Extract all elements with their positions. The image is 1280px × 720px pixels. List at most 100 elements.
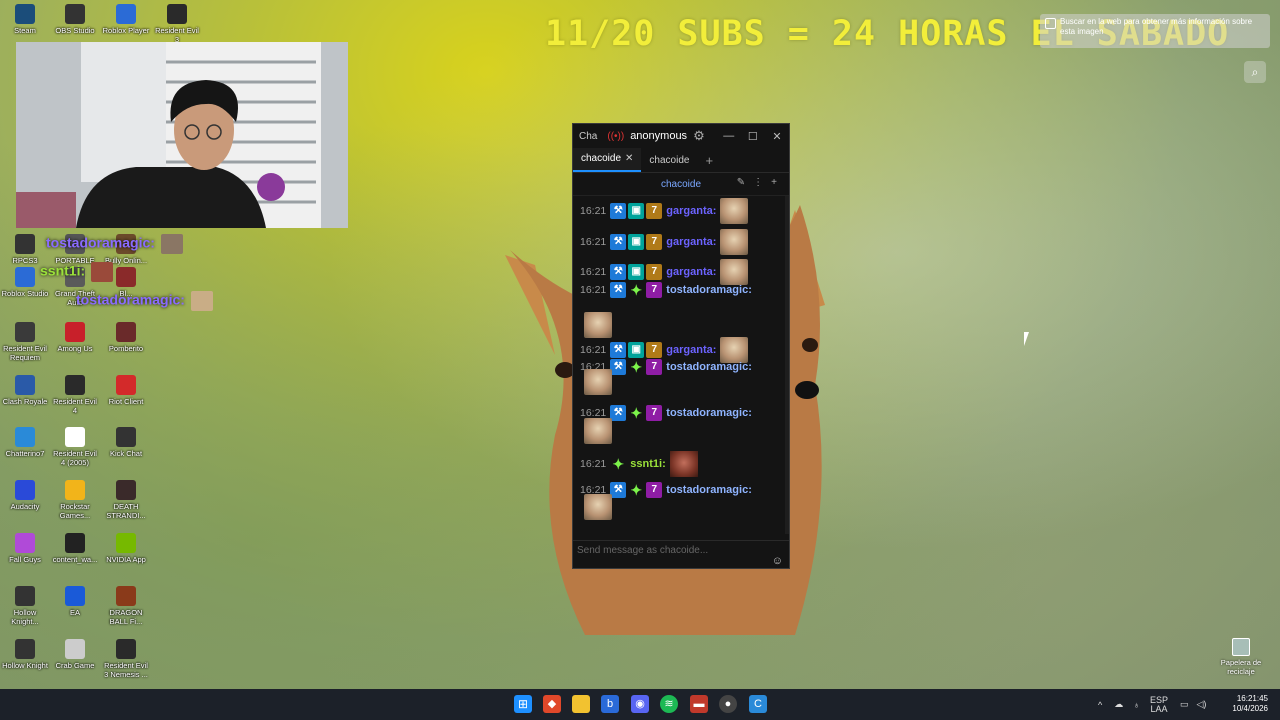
desktop-icon-28[interactable]: Hollow Knight [0,639,50,670]
message-list[interactable]: 16:21 ⚒ ▣ 7 garganta: 16:21 ⚒ ▣ 7 garganta: 16:21 ⚒… [573,196,789,524]
desktop-icon-label: Clash Royale [2,397,48,406]
desktop-icon-18[interactable]: Kick Chat [101,427,151,458]
brave-icon[interactable]: ◆ [543,695,561,713]
desktop-icon-30[interactable]: Resident Evil 3 Nemesis ... [101,639,151,679]
desktop-icon-19[interactable]: Audacity [0,480,50,511]
title-bar[interactable]: Cha ((•)) anonymous ⚙ — ☐ ✕ [573,124,789,148]
desktop-icon-label: Roblox Player [102,26,150,35]
tab-close-icon[interactable]: ✕ [625,153,633,164]
gear-icon[interactable]: ⚙ [693,128,705,144]
message-input[interactable]: Send message as chacoide... ☺ [573,540,789,568]
scrollbar[interactable] [785,196,789,534]
recycle-bin[interactable]: Papelera de reciclaje [1218,638,1264,676]
minimize-icon[interactable]: — [717,130,741,142]
desktop-icon-0[interactable]: Steam [0,4,50,35]
desktop-icon-23[interactable]: content_wa... [50,533,100,564]
pen-icon[interactable]: ✎ [737,177,753,188]
vip-badge-icon: ▣ [628,234,645,250]
desktop-icon-10[interactable]: Resident Evil Requiem [0,322,50,362]
chat-message[interactable]: 16:21 ⚒ ▣ 7 garganta: [580,229,749,255]
desktop-icon-25[interactable]: Hollow Knight... [0,586,50,626]
tab-chacoide-2[interactable]: chacoide [641,150,697,172]
network-icon[interactable]: ☁ [1114,699,1123,710]
desktop-icon-3[interactable]: Resident Evil 3 [152,4,202,44]
desktop-icon-1[interactable]: OBS Studio [50,4,100,35]
language-indicator[interactable]: ESP LAA [1150,695,1168,714]
channel-tools[interactable]: ✎⋮+ [737,177,785,188]
overlay-user-1: tostadoramagic: [46,234,155,251]
message-username[interactable]: tostadoramagic: [666,484,752,496]
spotify-icon[interactable]: ≋ [660,695,678,713]
desktop-icon-16[interactable]: Chatterino7 [0,427,50,458]
add-tab-icon[interactable]: + [697,150,721,172]
folder-icon[interactable] [572,695,590,713]
add-split-icon[interactable]: + [771,177,785,188]
message-username[interactable]: tostadoramagic: [666,361,752,373]
kick-chat-icon [116,427,136,447]
obs-taskbar-icon[interactable]: ● [719,695,737,713]
desktop-icon-27[interactable]: DRAGON BALL Fi... [101,586,151,626]
volume-icon[interactable]: ◁) [1197,699,1207,710]
desktop-icon-15[interactable]: Riot Client [101,375,151,406]
desktop-icon-26[interactable]: EA [50,586,100,617]
desktop-icon-label: content_wa... [52,555,98,564]
message-username[interactable]: tostadoramagic: [666,284,752,296]
start-icon[interactable]: ⊞ [514,695,532,713]
channel-name[interactable]: chacoide [661,179,701,190]
message-username[interactable]: tostadoramagic: [666,407,752,419]
more-icon[interactable]: ⋮ [753,177,771,188]
roblox-icon [116,4,136,24]
message-username[interactable]: ssnt1i: [630,458,665,470]
message-username[interactable]: garganta: [666,205,716,217]
desktop-icon-14[interactable]: Resident Evil 4 [50,375,100,415]
desktop-icon-label: Hollow Knight... [11,608,39,626]
message-username[interactable]: garganta: [666,266,716,278]
lens-icon[interactable]: ⌕ [1244,61,1266,83]
message-timestamp: 16:21 [580,458,607,470]
mic-icon[interactable]: ♁ [1133,700,1140,710]
desktop-icon-24[interactable]: NVIDIA App [101,533,151,564]
desktop-icon-29[interactable]: Crab Game [50,639,100,670]
fall-guys-icon [15,533,35,553]
chat-message[interactable]: 16:21 ⚒ ✦ 7 tostadoramagic: [580,282,752,298]
desktop-icon-label: Roblox Studio [1,289,49,298]
clock[interactable]: 16:21:45 10/4/2026 [1232,694,1268,714]
account-name[interactable]: anonymous [630,130,687,142]
mod-badge-icon: ⚒ [610,359,627,375]
desktop-icon-label: Fall Guys [9,555,41,564]
mod-badge-icon: ⚒ [610,203,627,219]
desktop-icon-2[interactable]: Roblox Player [101,4,151,35]
re4-2005-icon [65,427,85,447]
desktop-icon-20[interactable]: Rockstar Games... [50,480,100,520]
desktop-icon-12[interactable]: Pomberito [101,322,151,353]
recording-icon[interactable]: ▬ [690,695,708,713]
discord-icon[interactable]: ◉ [631,695,649,713]
recycle-bin-label: Papelera de reciclaje [1220,658,1262,676]
recycle-bin-icon [1232,638,1250,656]
desktop-icon-11[interactable]: Among Us [50,322,100,353]
star-badge-icon: ✦ [630,359,643,375]
tab-label: chacoide [581,153,622,164]
tab-chacoide-1[interactable]: chacoide ✕ [573,148,642,172]
clash-royale-icon [15,375,35,395]
visual-search-notice[interactable]: Buscar en la web para obtener más inform… [1040,14,1270,48]
desktop-icon-13[interactable]: Clash Royale [0,375,50,406]
chatterino-taskbar-icon[interactable]: C [749,695,767,713]
message-username[interactable]: garganta: [666,344,716,356]
message-timestamp: 16:21 [580,266,607,278]
emote-picker-icon[interactable]: ☺ [772,555,783,567]
maximize-icon[interactable]: ☐ [741,130,765,143]
message-username[interactable]: garganta: [666,236,716,248]
chat-message[interactable]: 16:21 ⚒ ▣ 7 garganta: [580,198,749,224]
desktop-icon-21[interactable]: DEATH STRANDI... [101,480,151,520]
display-icon[interactable]: ▭ [1180,699,1189,710]
close-icon[interactable]: ✕ [765,130,789,143]
clock-date: 10/4/2026 [1232,704,1268,713]
desktop-icon-17[interactable]: Resident Evil 4 (2005) [50,427,100,467]
chat-message[interactable]: 16:21 ✦ ssnt1i: [580,451,698,477]
chevron-up-icon[interactable]: ^ [1098,700,1102,710]
desktop-icon-4[interactable]: RPCS3 [0,234,50,265]
desktop-icon-22[interactable]: Fall Guys [0,533,50,564]
chatterino-window[interactable]: Cha ((•)) anonymous ⚙ — ☐ ✕ chacoide ✕ ch… [572,123,790,569]
bing-icon[interactable]: b [601,695,619,713]
